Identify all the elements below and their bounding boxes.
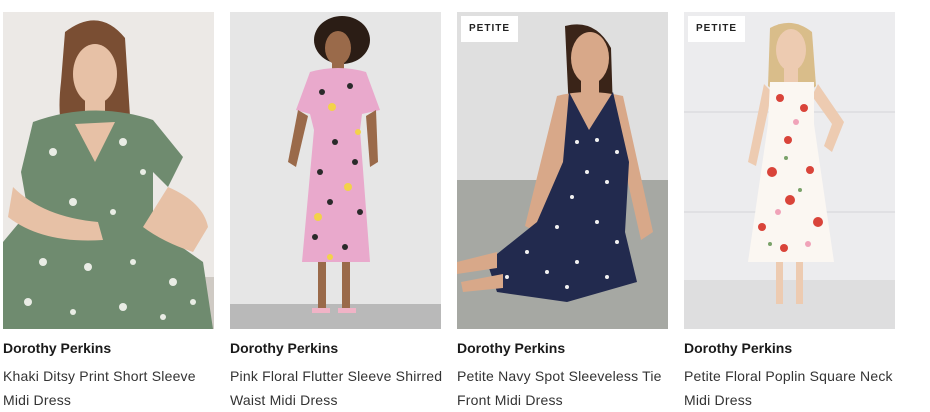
product-brand[interactable]: Dorothy Perkins (3, 340, 214, 356)
product-image[interactable] (3, 12, 214, 329)
product-image[interactable] (684, 12, 895, 329)
product-title[interactable]: Pink Floral Flutter Sleeve Shirred Waist… (230, 364, 450, 412)
floral-poplin-dress-photo (684, 12, 895, 329)
product-image[interactable] (457, 12, 668, 329)
product-brand[interactable]: Dorothy Perkins (457, 340, 668, 356)
product-brand[interactable]: Dorothy Perkins (684, 340, 895, 356)
product-card[interactable]: PETITE Dorothy Perkins Petite Navy Spot … (457, 12, 668, 409)
product-card[interactable]: Dorothy Perkins Khaki Ditsy Print Short … (3, 12, 214, 409)
product-title[interactable]: Khaki Ditsy Print Short Sleeve Midi Dres… (3, 364, 223, 412)
product-card[interactable]: Dorothy Perkins Pink Floral Flutter Slee… (230, 12, 442, 409)
product-grid: Dorothy Perkins Khaki Ditsy Print Short … (3, 12, 923, 409)
pink-floral-dress-photo (230, 12, 441, 329)
product-brand[interactable]: Dorothy Perkins (230, 340, 441, 356)
navy-spot-dress-photo (457, 12, 668, 329)
product-image[interactable] (230, 12, 441, 329)
petite-badge: PETITE (461, 16, 519, 42)
product-card[interactable]: PETITE Dorothy Perkins Petite Floral Pop… (684, 12, 895, 409)
petite-badge: PETITE (688, 16, 746, 42)
khaki-dress-photo (3, 12, 214, 329)
product-title[interactable]: Petite Floral Poplin Square Neck Midi Dr… (684, 364, 904, 412)
product-title[interactable]: Petite Navy Spot Sleeveless Tie Front Mi… (457, 364, 677, 412)
